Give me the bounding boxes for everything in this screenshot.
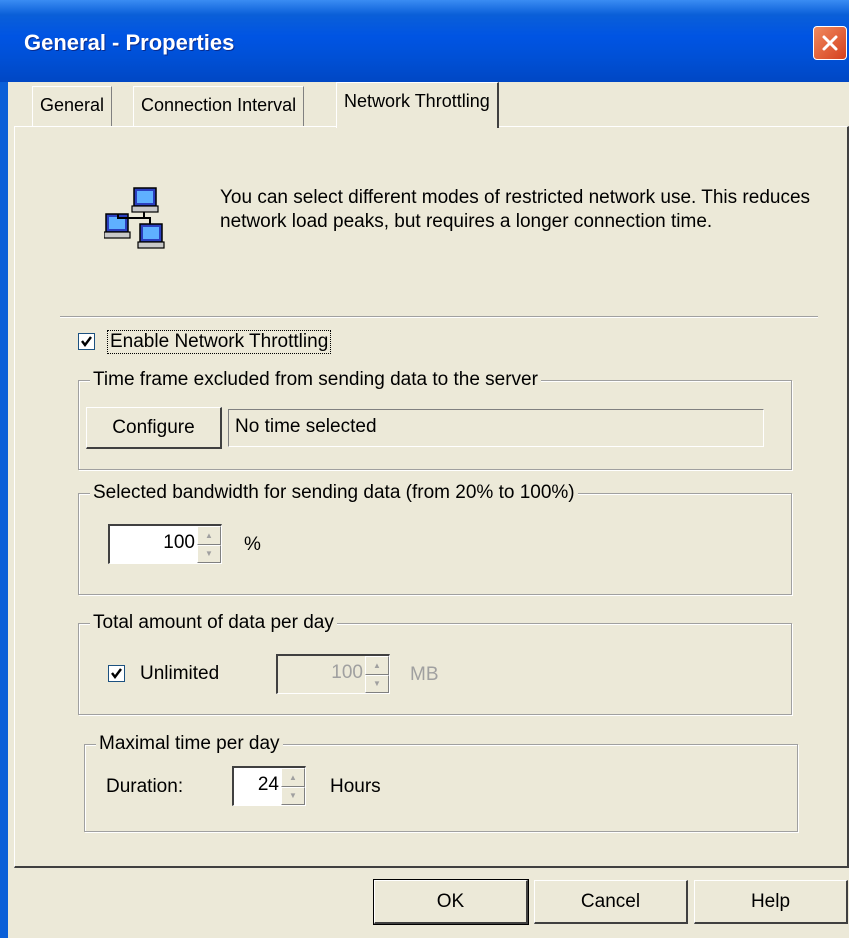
checkmark-icon: [81, 336, 92, 347]
cancel-button-label: Cancel: [580, 890, 641, 912]
tab-label: General: [40, 95, 105, 115]
spin-up-button: ▲: [365, 656, 389, 675]
spin-up-button[interactable]: ▲: [197, 526, 221, 545]
network-computers-icon: [104, 187, 165, 249]
data-amount-spinner: 100 ▲ ▼: [276, 654, 390, 694]
spin-down-button: ▼: [365, 674, 389, 693]
ok-button-label: OK: [436, 890, 465, 912]
bandwidth-legend: Selected bandwidth for sending data (fro…: [90, 482, 578, 504]
arrow-up-icon: ▲: [289, 772, 297, 782]
cancel-button[interactable]: Cancel: [534, 880, 688, 924]
data-amount-unit: MB: [410, 664, 439, 685]
tab-general[interactable]: General: [32, 86, 113, 126]
arrow-down-icon: ▼: [373, 679, 381, 689]
configure-button[interactable]: Configure: [86, 407, 222, 449]
bandwidth-spin-buttons: ▲ ▼: [197, 526, 221, 563]
description-text: You can select different modes of restri…: [220, 187, 811, 232]
time-selection-value: No time selected: [235, 416, 377, 437]
data-amount-spin-buttons: ▲ ▼: [365, 656, 389, 693]
max-time-legend: Maximal time per day: [96, 733, 283, 755]
time-selection-field: No time selected: [228, 409, 764, 447]
tab-label: Connection Interval: [141, 95, 297, 115]
spin-down-button[interactable]: ▼: [281, 786, 305, 805]
bandwidth-value: 100: [163, 532, 195, 553]
separator: [60, 316, 818, 318]
duration-label: Duration:: [106, 776, 184, 797]
arrow-down-icon: ▼: [289, 791, 297, 801]
window-border: [0, 82, 8, 938]
time-frame-legend: Time frame excluded from sending data to…: [90, 369, 541, 391]
window-title: General - Properties: [24, 30, 235, 55]
spin-up-button[interactable]: ▲: [281, 768, 305, 787]
arrow-up-icon: ▲: [373, 660, 381, 670]
total-data-legend: Total amount of data per day: [90, 612, 337, 634]
bandwidth-spinner[interactable]: 100 ▲ ▼: [108, 524, 222, 564]
close-icon: [822, 35, 838, 51]
tab-connection-interval[interactable]: Connection Interval: [133, 86, 305, 126]
arrow-down-icon: ▼: [205, 549, 213, 559]
checkmark-icon: [111, 668, 122, 679]
duration-value: 24: [257, 774, 279, 795]
duration-spinner[interactable]: 24 ▲ ▼: [232, 766, 306, 806]
ok-button[interactable]: OK: [373, 879, 529, 925]
tab-network-throttling[interactable]: Network Throttling: [336, 82, 499, 128]
title-bar[interactable]: General - Properties: [0, 0, 849, 82]
arrow-up-icon: ▲: [205, 530, 213, 540]
spin-down-button[interactable]: ▼: [197, 544, 221, 563]
properties-dialog: General - Properties General Connection …: [0, 0, 849, 938]
enable-throttling-label[interactable]: Enable Network Throttling: [106, 330, 332, 354]
close-button[interactable]: [813, 26, 847, 60]
enable-throttling-checkbox[interactable]: [78, 333, 95, 350]
unlimited-checkbox[interactable]: [108, 665, 125, 682]
tab-label: Network Throttling: [344, 91, 490, 111]
configure-button-label: Configure: [112, 416, 195, 438]
duration-unit: Hours: [330, 776, 381, 797]
data-amount-value: 100: [331, 662, 363, 683]
duration-spin-buttons: ▲ ▼: [281, 768, 305, 805]
help-button[interactable]: Help: [694, 880, 848, 924]
unlimited-label: Unlimited: [140, 663, 220, 684]
bandwidth-unit: %: [244, 534, 261, 555]
max-time-group: [84, 744, 798, 832]
help-button-label: Help: [750, 890, 791, 912]
